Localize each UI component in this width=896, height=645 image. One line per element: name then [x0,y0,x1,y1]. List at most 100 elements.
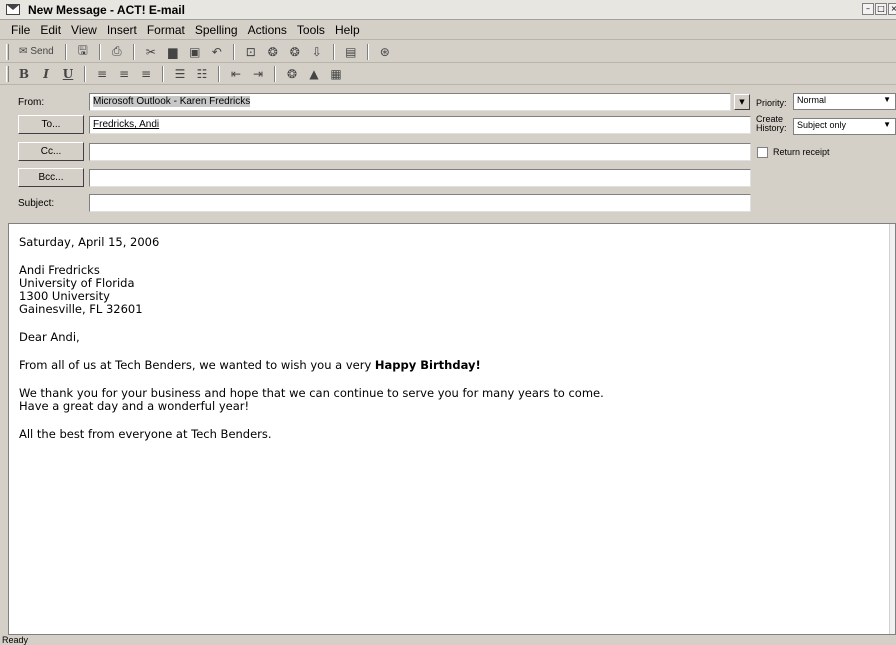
envelope-icon [6,4,20,15]
paragraph-line: Have a great day and a wonderful year! [19,399,250,413]
address-line: Andi Fredricks [19,263,100,277]
paragraph-bold-text: Happy Birthday! [374,358,481,372]
italic-button[interactable]: I [37,65,55,83]
subject-field[interactable] [89,194,751,212]
menu-file[interactable]: File [6,23,35,37]
letter-greeting: Dear Andi, [19,330,80,344]
cc-field[interactable] [89,143,751,161]
cc-button[interactable]: Cc... [18,142,84,161]
toolbar-separator [366,43,369,60]
from-label: From: [18,97,45,108]
insert-object-icon[interactable]: ⊡ [242,43,260,61]
minimize-button[interactable]: – [862,3,874,15]
menu-spelling[interactable]: Spelling [190,23,243,37]
history-label-line2: History: [756,123,787,133]
send-icon: ✉ [19,46,28,57]
undo-icon[interactable]: ↶ [208,43,226,61]
font-color-icon[interactable]: ▲ [305,65,323,83]
paragraph-line: We thank you for your business and hope … [19,386,604,400]
message-header: From: Microsoft Outlook - Karen Fredrick… [0,86,896,218]
close-button[interactable]: × [888,3,896,15]
toolbar-grip[interactable] [6,43,9,60]
menu-tools[interactable]: Tools [292,23,330,37]
menu-insert[interactable]: Insert [102,23,142,37]
signature-icon[interactable]: ⊛ [376,43,394,61]
toolbar-separator [132,43,135,60]
toolbar-grip[interactable] [6,65,9,82]
priority-value: Normal [797,95,827,105]
toolbar-separator [232,43,235,60]
chevron-down-icon: ▼ [883,120,891,129]
from-dropdown-button[interactable]: ▼ [734,94,750,110]
address-book-icon[interactable]: ❂ [264,43,282,61]
menu-format[interactable]: Format [142,23,190,37]
window-title: New Message - ACT! E-mail [28,2,185,17]
bcc-button[interactable]: Bcc... [18,168,84,187]
toolbar-separator [332,43,335,60]
cut-icon[interactable]: ✂ [142,43,160,61]
to-button[interactable]: To... [18,115,84,134]
message-body[interactable]: Saturday, April 15, 2006 Andi Fredricks … [8,223,896,635]
menu-view[interactable]: View [66,23,102,37]
paste-icon[interactable]: ▣ [186,43,204,61]
numbered-list-icon[interactable]: ☰ [171,65,189,83]
subject-label: Subject: [18,198,55,209]
highlight-icon[interactable]: ❂ [283,65,301,83]
toolbar-separator [84,65,86,82]
toolbar-separator [98,43,101,60]
address-line: Gainesville, FL 32601 [19,302,143,316]
menu-bar: File Edit View Insert Format Spelling Ac… [0,21,896,40]
underline-button[interactable]: U [59,65,77,83]
toolbar-separator [218,65,220,82]
menu-actions[interactable]: Actions [243,23,292,37]
bullet-list-icon[interactable]: ☷ [193,65,211,83]
priority-select[interactable]: Normal ▼ [793,93,896,110]
attach-icon[interactable]: ⇩ [308,43,326,61]
letter-address: Andi Fredricks University of Florida 130… [19,264,885,316]
decrease-indent-icon[interactable]: ⇤ [227,65,245,83]
toolbar-separator [274,65,276,82]
paragraph-text: From all of us at Tech Benders, we wante… [19,358,375,372]
template-icon[interactable]: ▤ [342,43,360,61]
save-icon[interactable]: 🖫 [74,43,92,61]
letter-paragraph-2: We thank you for your business and hope … [19,387,885,413]
from-field[interactable]: Microsoft Outlook - Karen Fredricks [89,93,731,111]
send-label: Send [30,46,54,57]
history-select[interactable]: Subject only ▼ [793,118,896,135]
to-field[interactable]: Fredricks, Andi [89,116,751,134]
return-receipt-checkbox[interactable] [757,147,768,158]
window-controls: – □ × [862,3,896,15]
address-line: 1300 University [19,289,110,303]
return-receipt-label: Return receipt [773,147,830,157]
from-value: Microsoft Outlook - Karen Fredricks [93,96,251,107]
title-bar: New Message - ACT! E-mail – □ × [0,0,896,20]
check-names-icon[interactable]: ❂ [286,43,304,61]
vertical-scrollbar[interactable] [889,224,895,634]
align-left-icon[interactable]: ≡ [93,65,111,83]
chevron-down-icon: ▼ [883,95,891,104]
history-value: Subject only [797,120,847,130]
menu-edit[interactable]: Edit [35,23,66,37]
increase-indent-icon[interactable]: ⇥ [249,65,267,83]
standard-toolbar: ✉ Send 🖫 ⎙ ✂ ▆ ▣ ↶ ⊡ ❂ ❂ ⇩ ▤ ⊛ [0,41,896,63]
bcc-field[interactable] [89,169,751,187]
menu-help[interactable]: Help [330,23,365,37]
formatting-toolbar: B I U ≡ ≡ ≡ ☰ ☷ ⇤ ⇥ ❂ ▲ ▦ [0,63,896,85]
letter-closing: All the best from everyone at Tech Bende… [19,427,272,441]
address-line: University of Florida [19,276,135,290]
letter-paragraph-1: From all of us at Tech Benders, we wante… [19,359,885,372]
insert-picture-icon[interactable]: ▦ [327,65,345,83]
print-icon[interactable]: ⎙ [108,43,126,61]
history-label: Create History: [756,115,787,133]
align-right-icon[interactable]: ≡ [137,65,155,83]
send-button[interactable]: ✉ Send [15,43,58,61]
bold-button[interactable]: B [15,65,33,83]
letter-date: Saturday, April 15, 2006 [19,235,160,249]
status-bar: Ready [2,635,29,645]
priority-label: Priority: [756,98,787,108]
align-center-icon[interactable]: ≡ [115,65,133,83]
toolbar-separator [162,65,164,82]
maximize-button[interactable]: □ [875,3,887,15]
copy-icon[interactable]: ▆ [164,43,182,61]
toolbar-separator [64,43,67,60]
